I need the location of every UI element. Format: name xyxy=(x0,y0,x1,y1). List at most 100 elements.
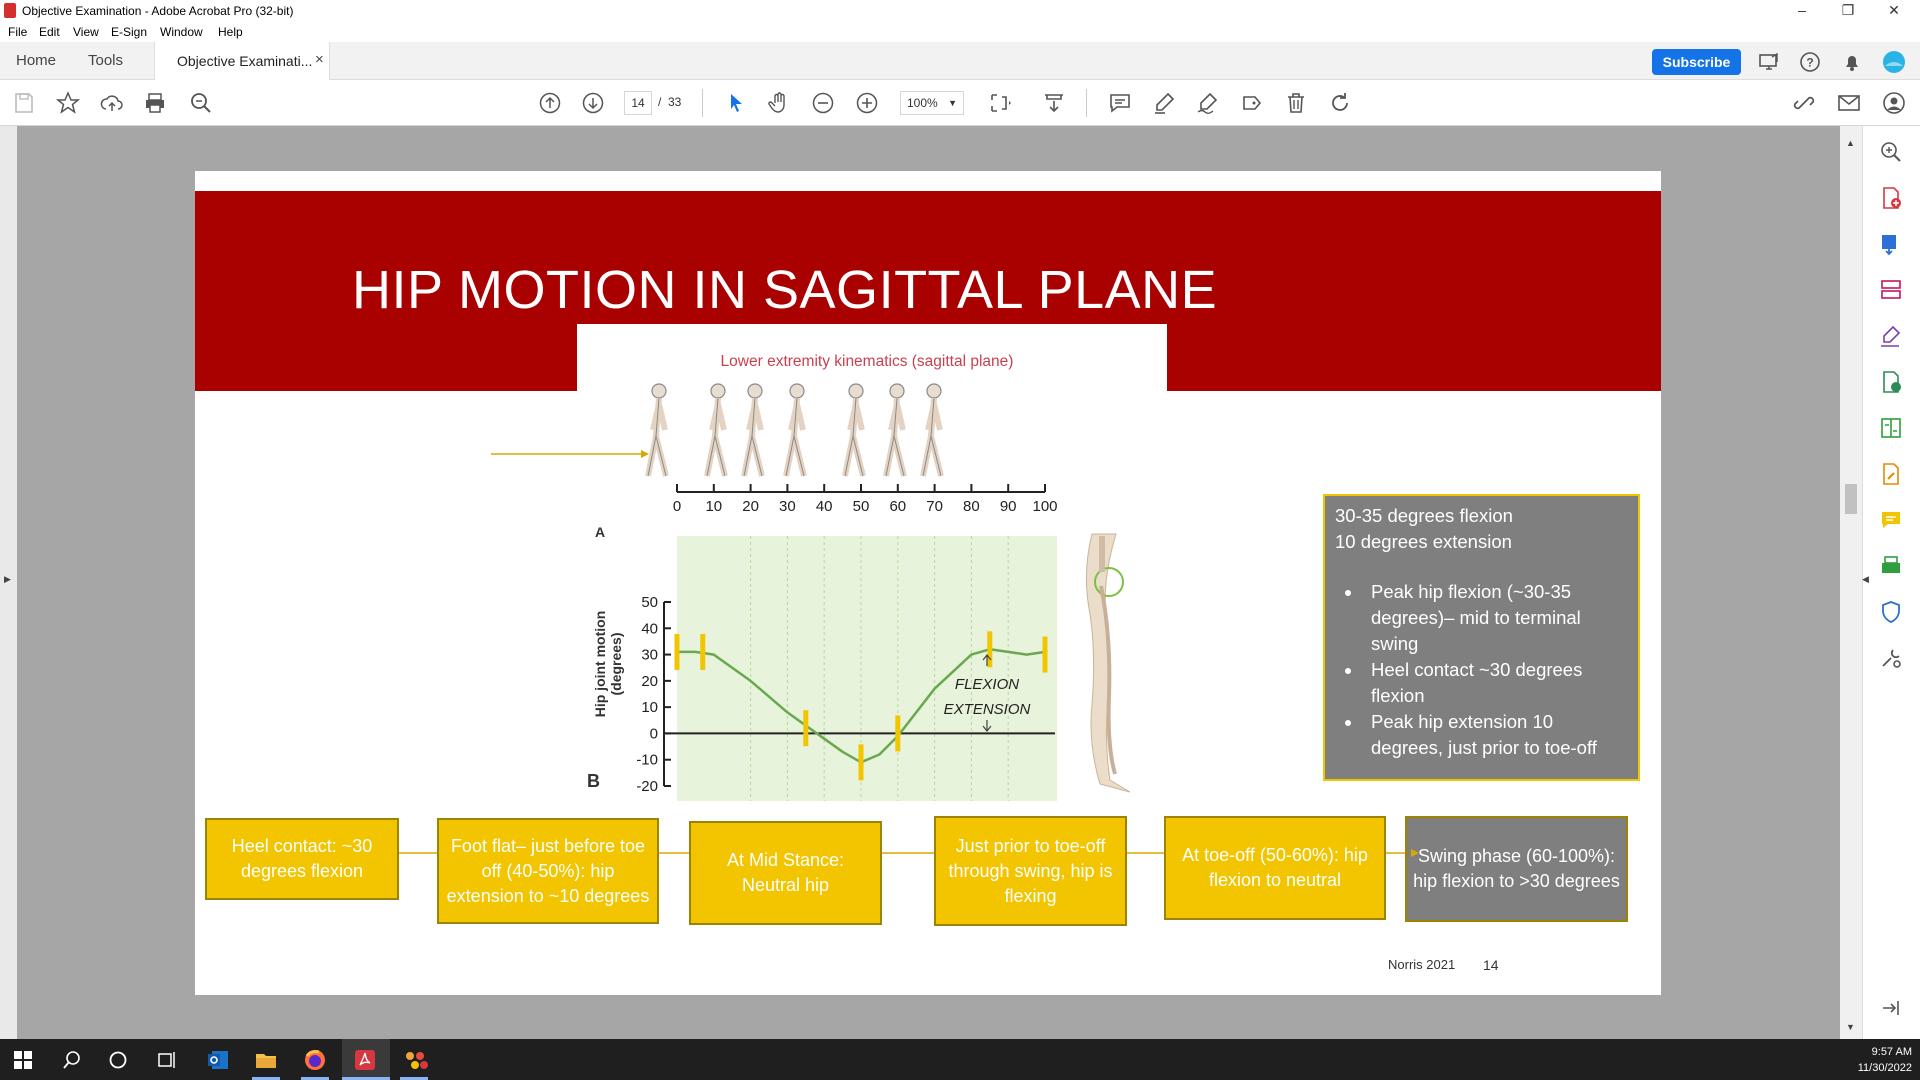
collapse-panel-icon[interactable] xyxy=(1879,996,1903,1020)
zoom-out-icon[interactable] xyxy=(811,91,835,115)
search-zoom-icon[interactable] xyxy=(1879,140,1903,164)
sign-icon[interactable] xyxy=(1196,91,1220,115)
summary-note-box: 30-35 degrees flexion 10 degrees extensi… xyxy=(1323,494,1640,781)
email-icon[interactable] xyxy=(1837,91,1861,115)
gait-tick-label: 30 xyxy=(779,498,796,515)
note-line-2: 10 degrees extension xyxy=(1335,531,1512,552)
fill-sign-icon[interactable] xyxy=(1879,324,1903,348)
windows-start-icon[interactable] xyxy=(14,1051,32,1069)
walker-head xyxy=(747,383,763,399)
main-toolbar: 14 / 33 100% ▼ xyxy=(0,80,1920,126)
page-number-input[interactable]: 14 xyxy=(624,91,652,115)
add-user-icon[interactable] xyxy=(1882,91,1906,115)
print-icon[interactable] xyxy=(143,91,167,115)
help-icon[interactable]: ? xyxy=(1799,51,1821,73)
save-icon[interactable] xyxy=(12,91,36,115)
compare-files-icon[interactable] xyxy=(1879,416,1903,440)
y-tick-label: -20 xyxy=(636,778,658,795)
organize-pages-icon[interactable] xyxy=(1879,278,1903,302)
app-dots-icon[interactable] xyxy=(402,1048,430,1072)
kinematics-chart: Lower extremity kinematics (sagittal pla… xyxy=(577,324,1167,801)
find-zoom-icon[interactable] xyxy=(189,91,213,115)
outlook-icon[interactable] xyxy=(206,1048,230,1072)
y-tick-label: 20 xyxy=(641,673,658,690)
scan-ocr-icon[interactable] xyxy=(1879,554,1903,578)
protect-shield-icon[interactable] xyxy=(1879,600,1903,624)
gait-tick-label: 70 xyxy=(926,498,943,515)
comment-panel-icon[interactable] xyxy=(1879,508,1903,532)
phase-marker xyxy=(674,633,680,670)
slide-page-number: 14 xyxy=(1483,957,1499,973)
chevron-down-icon: ▼ xyxy=(948,98,957,108)
scroll-thumb[interactable] xyxy=(1845,484,1857,514)
y-tick-label: 30 xyxy=(641,647,658,664)
rotate-icon[interactable] xyxy=(1328,91,1352,115)
scroll-mode-icon[interactable] xyxy=(1042,91,1066,115)
note-line-1: 30-35 degrees flexion xyxy=(1335,505,1513,526)
menu-help[interactable]: Help xyxy=(218,25,243,39)
zoom-in-icon[interactable] xyxy=(855,91,879,115)
page-fit-icon[interactable] xyxy=(988,91,1012,115)
share-link-icon[interactable] xyxy=(1792,91,1816,115)
title-bar: Objective Examination - Adobe Acrobat Pr… xyxy=(0,0,1920,22)
menu-view[interactable]: View xyxy=(73,25,99,39)
menu-esign[interactable]: E-Sign xyxy=(111,25,147,39)
taskbar-clock[interactable]: 9:57 AM 11/30/2022 xyxy=(1848,1044,1912,1076)
account-avatar-icon[interactable] xyxy=(1882,50,1906,74)
extension-label: EXTENSION xyxy=(944,701,1031,718)
notifications-bell-icon[interactable] xyxy=(1841,51,1863,73)
tab-home[interactable]: Home xyxy=(16,52,56,69)
chevron-left-icon[interactable]: ◀ xyxy=(1862,574,1869,585)
zoom-level-select[interactable]: 100% ▼ xyxy=(900,91,964,115)
acrobat-app-icon xyxy=(4,3,16,18)
combine-files-icon[interactable] xyxy=(1879,370,1903,394)
hand-tool-icon[interactable] xyxy=(767,91,791,115)
firefox-icon[interactable] xyxy=(303,1048,327,1072)
upload-cloud-icon[interactable] xyxy=(100,91,124,115)
bookmark-star-icon[interactable] xyxy=(56,91,80,115)
tab-document[interactable]: Objective Examinati... × xyxy=(154,42,330,80)
scroll-down-icon[interactable]: ▼ xyxy=(1846,1022,1855,1032)
right-tools-panel: ◀ xyxy=(1862,126,1920,1039)
stamp-tag-icon[interactable] xyxy=(1240,91,1264,115)
gait-tick-label: 10 xyxy=(705,498,722,515)
gait-tick-label: 80 xyxy=(963,498,980,515)
gait-tick-label: 40 xyxy=(816,498,833,515)
clock-time: 9:57 AM xyxy=(1871,1046,1912,1058)
phase-marker xyxy=(803,710,809,747)
delete-trash-icon[interactable] xyxy=(1284,91,1308,115)
restore-button[interactable]: ❐ xyxy=(1828,2,1868,19)
zoom-level-value: 100% xyxy=(907,96,938,110)
next-page-icon[interactable] xyxy=(581,91,605,115)
edit-pdf-icon[interactable] xyxy=(1879,462,1903,486)
highlight-pen-icon[interactable] xyxy=(1152,91,1176,115)
menu-window[interactable]: Window xyxy=(160,25,203,39)
select-cursor-icon[interactable] xyxy=(724,91,748,115)
scroll-up-icon[interactable]: ▲ xyxy=(1846,138,1855,148)
close-tab-icon[interactable]: × xyxy=(315,51,324,68)
task-view-icon[interactable] xyxy=(157,1050,177,1070)
minimize-button[interactable]: – xyxy=(1782,2,1822,18)
menu-edit[interactable]: Edit xyxy=(39,25,60,39)
tab-tools[interactable]: Tools xyxy=(88,52,123,69)
subscribe-button[interactable]: Subscribe xyxy=(1652,49,1741,75)
cortana-icon[interactable] xyxy=(108,1050,128,1070)
share-screen-icon[interactable] xyxy=(1758,51,1780,73)
y-axis-label-2: (degrees) xyxy=(608,632,624,695)
comment-icon[interactable] xyxy=(1108,91,1132,115)
close-window-button[interactable]: ✕ xyxy=(1874,2,1914,19)
left-panel-toggle[interactable]: ▶ xyxy=(0,126,17,1039)
page-total: 33 xyxy=(668,95,682,109)
vertical-scrollbar[interactable]: ▲ ▼ xyxy=(1840,126,1862,1039)
create-pdf-icon[interactable] xyxy=(1879,186,1903,210)
previous-page-icon[interactable] xyxy=(538,91,562,115)
export-pdf-icon[interactable] xyxy=(1879,232,1903,256)
chevron-right-icon: ▶ xyxy=(4,574,11,584)
taskbar-search-icon[interactable] xyxy=(62,1050,82,1070)
acrobat-taskbar-icon[interactable] xyxy=(353,1048,377,1072)
gait-tick-label: 20 xyxy=(742,498,759,515)
file-explorer-icon[interactable] xyxy=(254,1048,278,1072)
menu-file[interactable]: File xyxy=(8,25,27,39)
gait-tick-label: 100 xyxy=(1032,498,1057,515)
more-tools-icon[interactable] xyxy=(1879,646,1903,670)
